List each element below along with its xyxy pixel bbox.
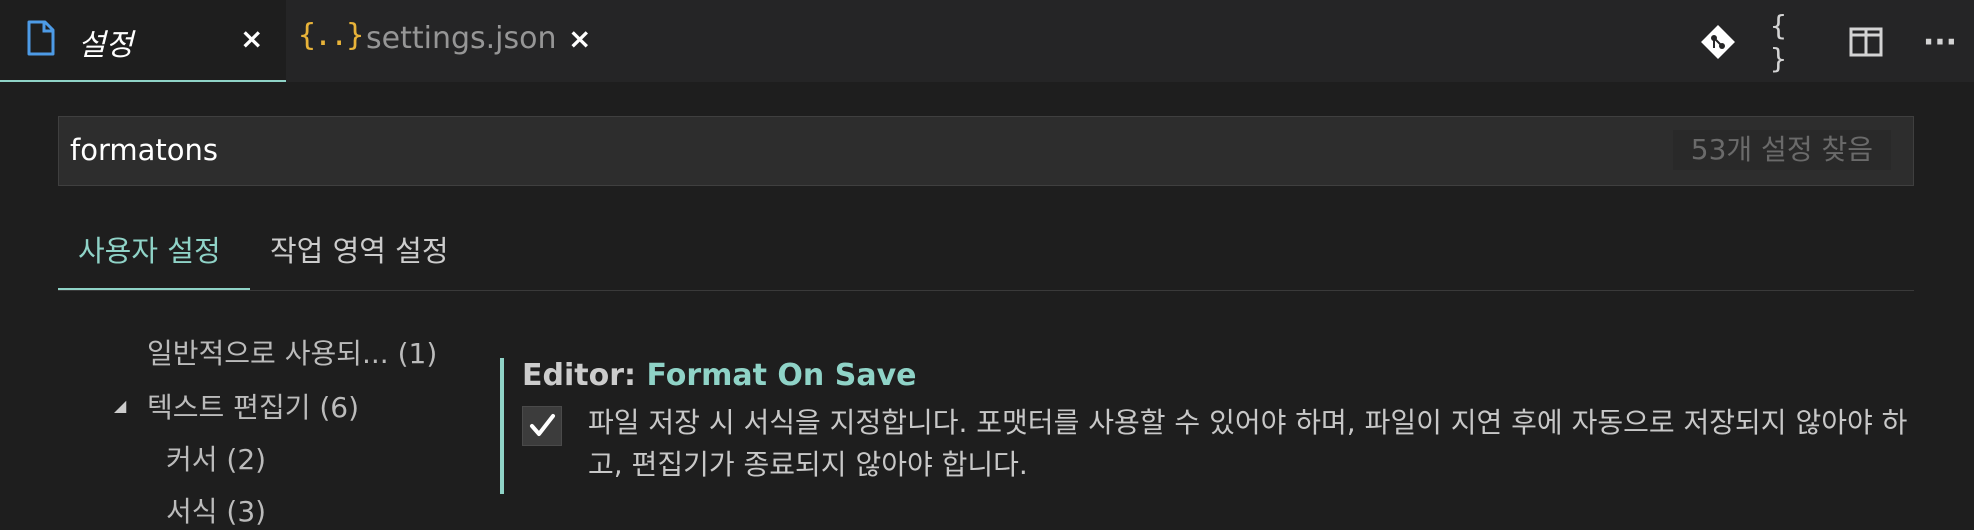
toc-item-text-editor[interactable]: 텍스트 편집기 (6): [147, 386, 359, 426]
search-input[interactable]: formatons 53개 설정 찾음: [58, 116, 1914, 186]
tab-label: 설정: [78, 28, 134, 63]
setting-title: Editor: Format On Save: [522, 358, 916, 393]
tab-user-settings[interactable]: 사용자 설정: [58, 228, 250, 290]
toc-item-commonly-used[interactable]: 일반적으로 사용되... (1): [147, 332, 437, 372]
tab-settings[interactable]: 설정 ×: [0, 0, 286, 82]
close-icon[interactable]: ×: [240, 22, 263, 55]
setting-name: Format On Save: [646, 358, 917, 393]
tab-label: settings.json: [366, 21, 557, 56]
setting-description: 파일 저장 시 서식을 지정합니다. 포맷터를 사용할 수 있어야 하며, 파일…: [588, 406, 1908, 481]
split-editor-icon[interactable]: [1844, 20, 1888, 64]
more-icon[interactable]: ···: [1918, 20, 1962, 64]
file-icon: [26, 20, 56, 60]
setting-format-on-save: Editor: Format On Save 파일 저장 시 서식을 지정합니다…: [500, 358, 1920, 494]
settings-scope-tabs: 사용자 설정 작업 영역 설정: [58, 220, 1914, 291]
result-count-badge: 53개 설정 찾음: [1672, 130, 1891, 170]
setting-category: Editor:: [522, 358, 647, 393]
tab-settings-json[interactable]: {..} settings.json ×: [286, 0, 606, 82]
editor-tab-bar: 설정 × {..} settings.json × { } ···: [0, 0, 1974, 82]
git-branch-icon[interactable]: [1696, 20, 1740, 64]
close-icon[interactable]: ×: [568, 22, 591, 55]
toc-item-cursor[interactable]: 커서 (2): [166, 438, 266, 478]
json-braces-icon[interactable]: { }: [1770, 9, 1814, 75]
json-file-icon: {..}: [298, 18, 364, 53]
toc-item-formatting[interactable]: 서식 (3): [166, 490, 266, 530]
format-on-save-checkbox[interactable]: [522, 406, 562, 446]
check-icon: [530, 414, 555, 436]
tab-workspace-settings[interactable]: 작업 영역 설정: [270, 228, 449, 290]
expanded-arrow-icon[interactable]: ◢: [114, 396, 126, 415]
search-value[interactable]: formatons: [70, 133, 218, 167]
